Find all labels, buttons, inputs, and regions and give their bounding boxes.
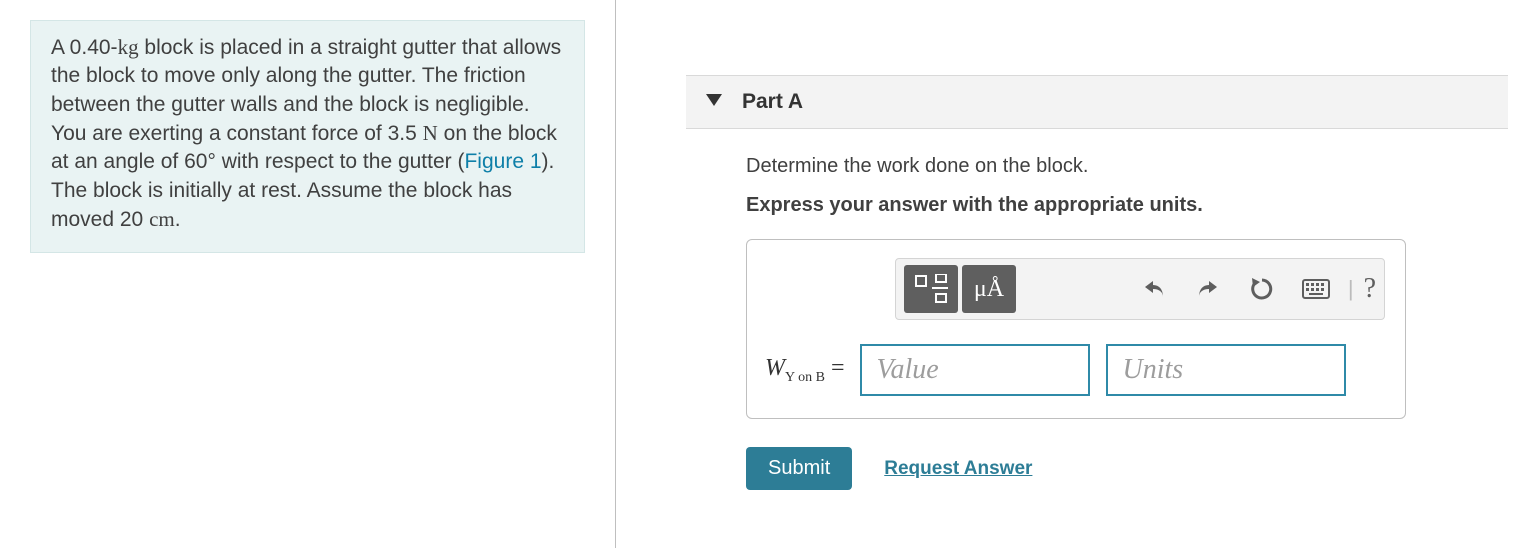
templates-button[interactable] (904, 265, 958, 313)
toolbar-separator: | (1348, 276, 1354, 302)
value-input[interactable]: Value (860, 344, 1090, 396)
part-header[interactable]: Part A (686, 75, 1508, 129)
part-prompt: Determine the work done on the block. (746, 155, 1508, 178)
caret-down-icon (706, 93, 722, 111)
units-button[interactable]: μÅ (962, 265, 1016, 313)
keyboard-icon[interactable] (1294, 267, 1338, 311)
reset-icon[interactable] (1240, 267, 1284, 311)
problem-text: A 0.40-kg block is placed in a straight … (51, 36, 561, 231)
answer-toolbar: μÅ (895, 258, 1385, 320)
answer-box: μÅ (746, 239, 1406, 419)
figure-link[interactable]: Figure 1 (464, 150, 541, 173)
variable-label: WY on B= (765, 355, 844, 386)
help-icon[interactable]: ? (1364, 273, 1376, 305)
units-input[interactable]: Units (1106, 344, 1346, 396)
submit-button[interactable]: Submit (746, 447, 852, 490)
part-instruction: Express your answer with the appropriate… (746, 194, 1508, 217)
part-title: Part A (742, 90, 803, 114)
undo-icon[interactable] (1132, 267, 1176, 311)
problem-statement: A 0.40-kg block is placed in a straight … (30, 20, 585, 253)
request-answer-link[interactable]: Request Answer (884, 458, 1032, 480)
redo-icon[interactable] (1186, 267, 1230, 311)
